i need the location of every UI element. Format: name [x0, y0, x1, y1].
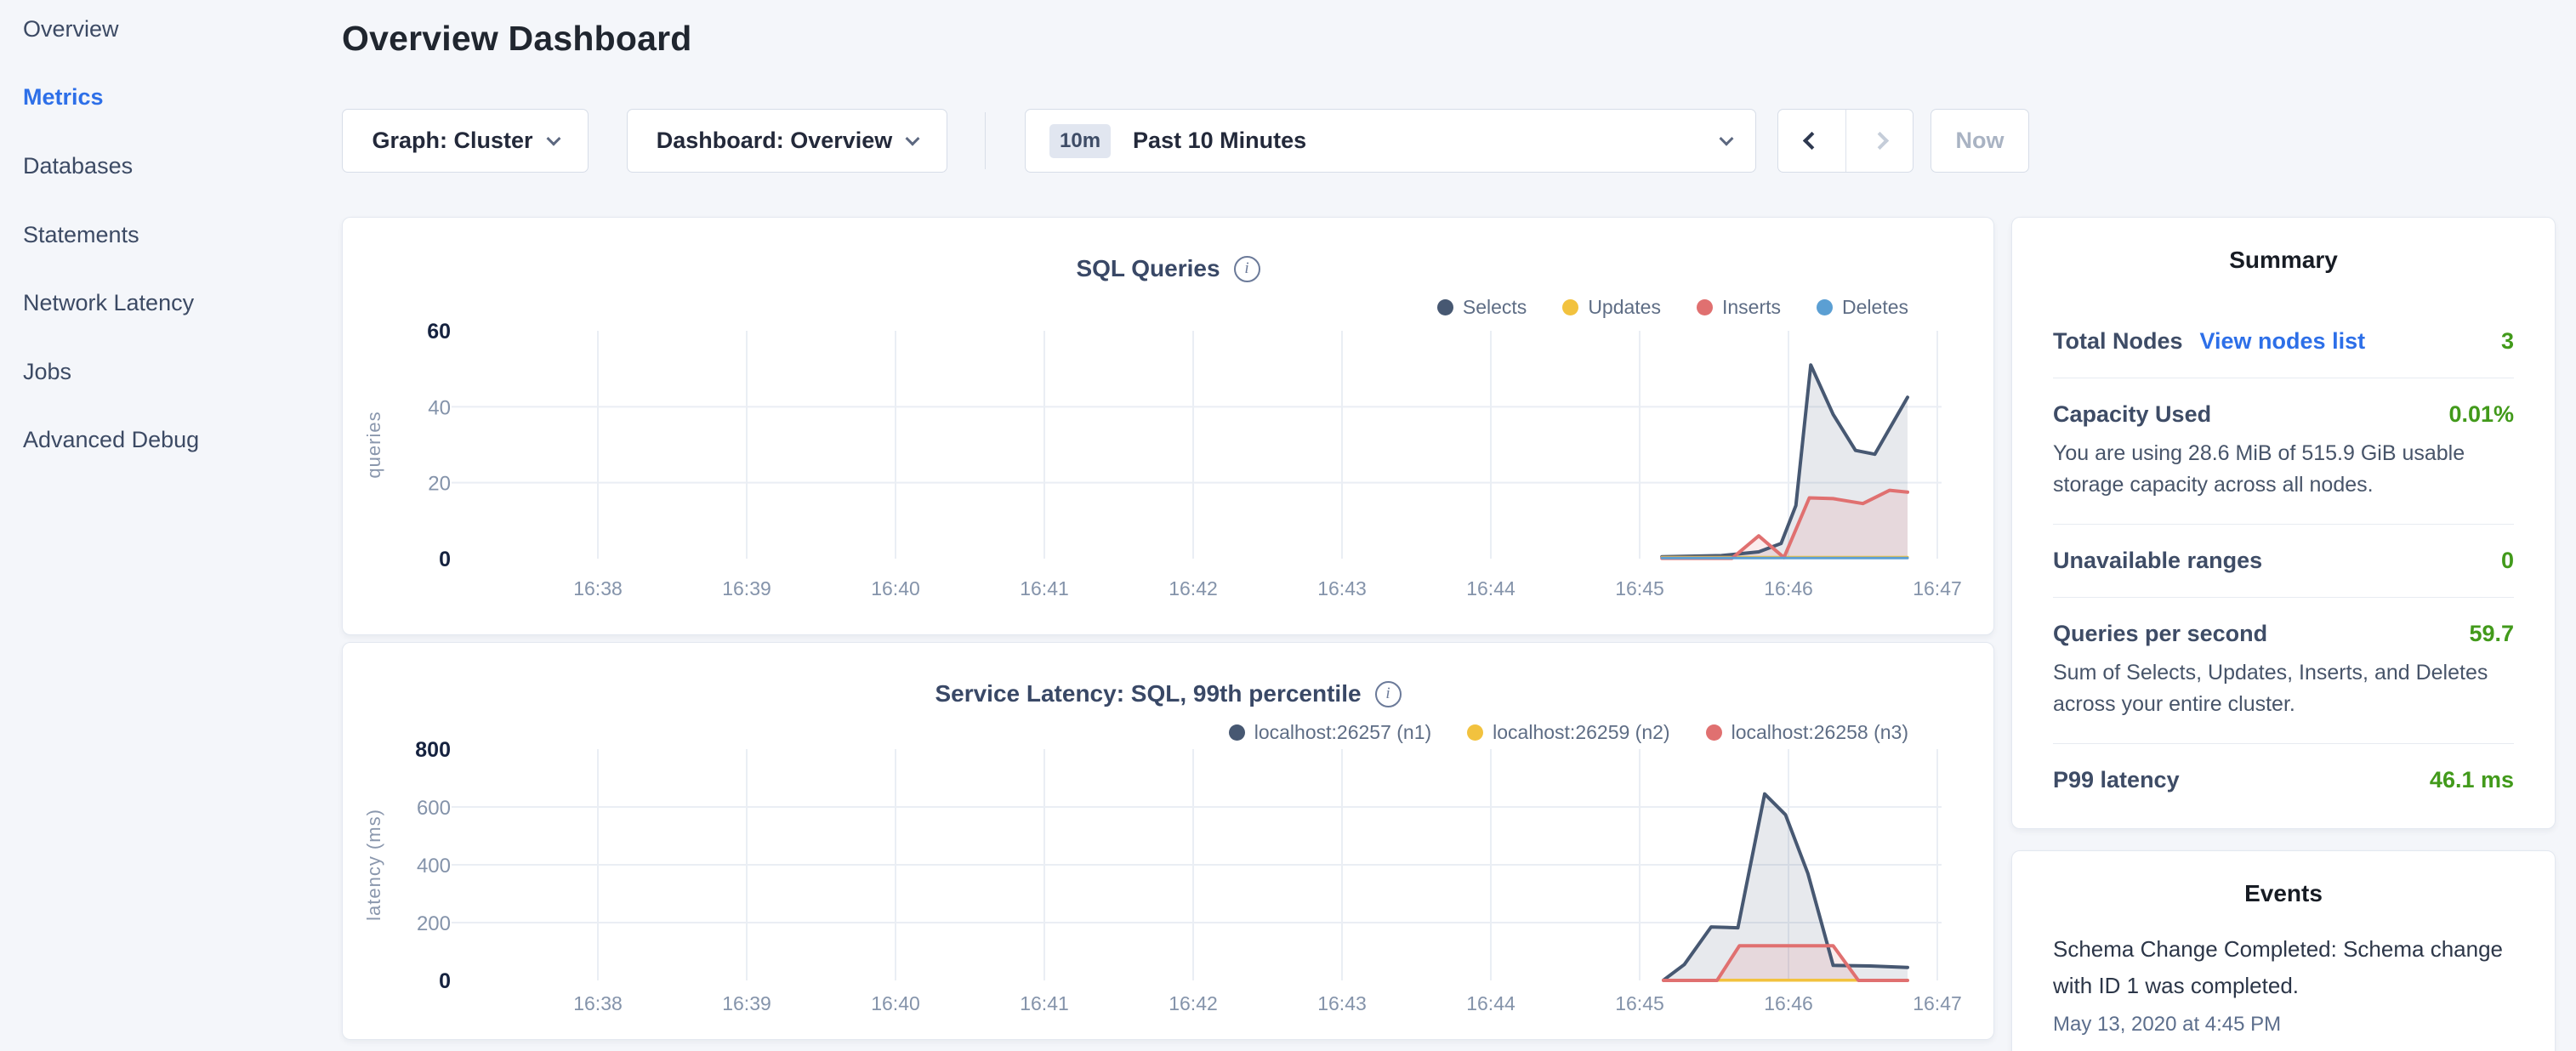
summary-value: 59.7 — [2469, 621, 2514, 647]
sidebar-item-network-latency[interactable]: Network Latency — [0, 269, 340, 338]
events-heading: Events — [2053, 880, 2514, 907]
svg-text:0: 0 — [439, 548, 451, 571]
divider — [2053, 743, 2514, 744]
prev-time-button[interactable] — [1778, 110, 1845, 172]
sidebar-item-statements[interactable]: Statements — [0, 201, 340, 270]
chevron-down-icon — [906, 131, 920, 145]
summary-panel: Summary Total Nodes View nodes list 3 Ca… — [2011, 217, 2556, 829]
svg-text:60: 60 — [427, 320, 451, 344]
time-range-label: Past 10 Minutes — [1133, 128, 1306, 154]
sidebar-item-databases[interactable]: Databases — [0, 132, 340, 201]
svg-text:16:39: 16:39 — [722, 577, 771, 599]
chevron-right-icon — [1870, 132, 1888, 150]
svg-text:16:41: 16:41 — [1020, 577, 1069, 599]
svg-text:16:44: 16:44 — [1466, 577, 1515, 599]
svg-text:16:39: 16:39 — [722, 992, 771, 1014]
svg-text:16:44: 16:44 — [1466, 992, 1515, 1014]
divider — [2053, 524, 2514, 525]
svg-text:16:45: 16:45 — [1615, 577, 1664, 599]
summary-row-total-nodes: Total Nodes View nodes list 3 — [2053, 328, 2514, 355]
time-range-dropdown[interactable]: 10m Past 10 Minutes — [1025, 109, 1756, 173]
svg-text:queries: queries — [363, 411, 384, 478]
chevron-down-icon — [546, 131, 560, 145]
summary-description: Sum of Selects, Updates, Inserts, and De… — [2053, 657, 2514, 720]
svg-text:16:40: 16:40 — [871, 992, 920, 1014]
graph-dropdown[interactable]: Graph: Cluster — [342, 109, 589, 173]
service-latency-chart-card: Service Latency: SQL, 99th percentile i … — [342, 642, 1994, 1040]
summary-heading: Summary — [2053, 247, 2514, 274]
chevron-left-icon — [1803, 132, 1821, 150]
time-pager — [1777, 109, 1914, 173]
svg-text:16:45: 16:45 — [1615, 992, 1664, 1014]
dashboard-dropdown-label: Dashboard: Overview — [657, 128, 893, 154]
time-range-badge: 10m — [1049, 124, 1111, 158]
svg-text:200: 200 — [417, 912, 451, 935]
svg-text:16:46: 16:46 — [1764, 577, 1813, 599]
sidebar: Overview Metrics Databases Statements Ne… — [0, 0, 340, 474]
summary-value: 46.1 ms — [2430, 767, 2514, 793]
view-nodes-list-link[interactable]: View nodes list — [2200, 328, 2366, 355]
summary-value: 0 — [2501, 548, 2514, 574]
summary-label: Queries per second — [2053, 621, 2267, 647]
graph-dropdown-label: Graph: Cluster — [372, 128, 532, 154]
summary-label: Capacity Used — [2053, 401, 2211, 428]
service-latency-plot[interactable]: 16:38 16:39 16:40 16:41 16:42 16:43 16:44 16:45… — [343, 643, 1995, 1041]
summary-label: P99 latency — [2053, 767, 2180, 793]
event-list-item[interactable]: Schema Change Completed: Schema change w… — [2053, 931, 2514, 1037]
svg-text:16:47: 16:47 — [1913, 577, 1962, 599]
summary-row-p99-latency: P99 latency 46.1 ms — [2053, 767, 2514, 793]
sidebar-item-jobs[interactable]: Jobs — [0, 338, 340, 406]
svg-text:16:42: 16:42 — [1169, 577, 1218, 599]
summary-value: 0.01% — [2448, 401, 2514, 428]
sidebar-item-metrics[interactable]: Metrics — [0, 64, 340, 133]
dashboard-dropdown[interactable]: Dashboard: Overview — [627, 109, 947, 173]
summary-label: Unavailable ranges — [2053, 548, 2262, 574]
svg-text:16:38: 16:38 — [573, 992, 623, 1014]
svg-text:latency (ms): latency (ms) — [363, 809, 384, 921]
svg-text:16:38: 16:38 — [573, 577, 623, 599]
summary-row-capacity-used: Capacity Used 0.01% — [2053, 401, 2514, 428]
header-divider — [985, 112, 986, 169]
event-message: Schema Change Completed: Schema change w… — [2053, 931, 2514, 1004]
divider — [2053, 597, 2514, 598]
summary-description: You are using 28.6 MiB of 515.9 GiB usab… — [2053, 438, 2514, 501]
summary-value: 3 — [2501, 328, 2514, 355]
svg-text:400: 400 — [417, 855, 451, 878]
svg-text:20: 20 — [428, 473, 451, 496]
svg-text:16:47: 16:47 — [1913, 992, 1962, 1014]
chevron-down-icon — [1720, 131, 1734, 145]
next-time-button[interactable] — [1845, 110, 1913, 172]
svg-text:16:46: 16:46 — [1764, 992, 1813, 1014]
svg-text:16:41: 16:41 — [1020, 992, 1069, 1014]
sql-queries-plot[interactable]: 16:38 16:39 16:40 16:41 16:42 16:43 16:44 16:45… — [343, 218, 1995, 636]
summary-row-unavailable-ranges: Unavailable ranges 0 — [2053, 548, 2514, 574]
svg-text:16:42: 16:42 — [1169, 992, 1218, 1014]
svg-text:800: 800 — [415, 738, 451, 762]
svg-text:16:40: 16:40 — [871, 577, 920, 599]
summary-row-queries-per-second: Queries per second 59.7 — [2053, 621, 2514, 647]
event-timestamp: May 13, 2020 at 4:45 PM — [2053, 1013, 2514, 1037]
svg-text:40: 40 — [428, 396, 451, 419]
events-panel: Events Schema Change Completed: Schema c… — [2011, 850, 2556, 1051]
sidebar-item-overview[interactable]: Overview — [0, 0, 340, 64]
svg-text:600: 600 — [417, 797, 451, 820]
svg-text:16:43: 16:43 — [1317, 577, 1367, 599]
svg-text:0: 0 — [439, 969, 451, 993]
now-button[interactable]: Now — [1931, 109, 2029, 173]
page-title: Overview Dashboard — [342, 19, 691, 59]
summary-label: Total Nodes — [2053, 328, 2183, 355]
sidebar-item-advanced-debug[interactable]: Advanced Debug — [0, 406, 340, 475]
svg-text:16:43: 16:43 — [1317, 992, 1367, 1014]
sql-queries-chart-card: SQL Queries i SelectsUpdatesInsertsDelet… — [342, 217, 1994, 635]
